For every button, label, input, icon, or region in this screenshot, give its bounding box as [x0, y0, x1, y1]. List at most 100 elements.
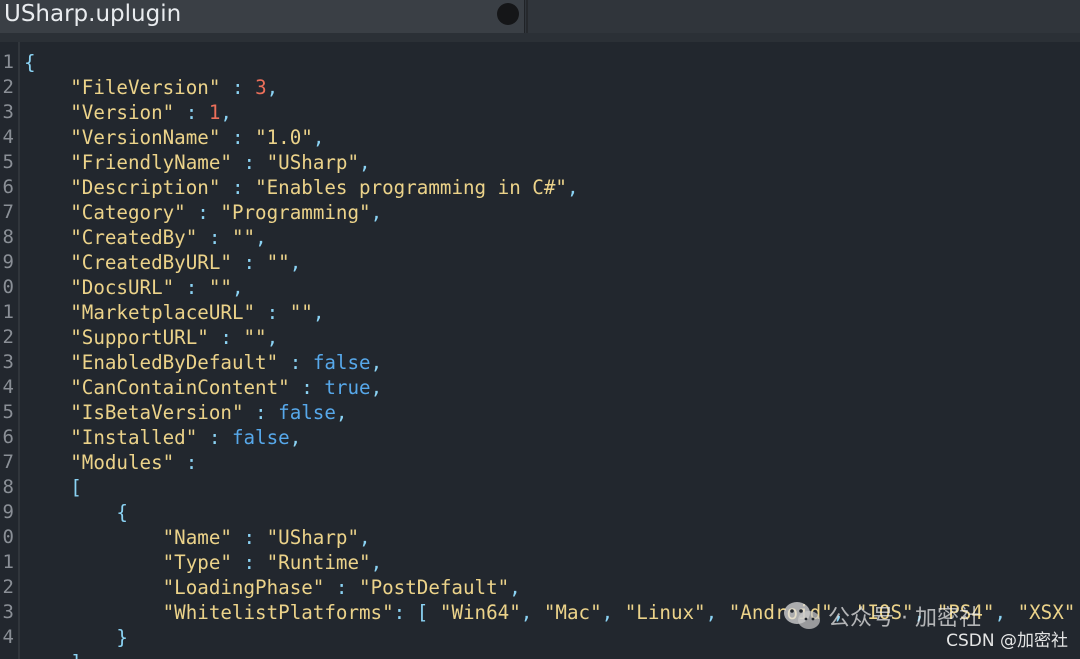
- code-line: ]: [24, 650, 82, 659]
- tab-usharp-uplugin[interactable]: USharp.uplugin: [0, 0, 525, 33]
- code-token: false: [231, 426, 290, 449]
- code-token: "CreatedByURL": [70, 251, 232, 274]
- line-number: 0: [2, 276, 14, 298]
- gutter-divider: [18, 42, 20, 659]
- code-token: "1.0": [255, 126, 313, 149]
- code-line: "LoadingPhase" : "PostDefault",: [24, 575, 521, 600]
- code-token: ,: [359, 526, 371, 549]
- code-line: {: [24, 500, 128, 525]
- code-token: "Modules": [70, 451, 175, 474]
- code-token: false: [312, 351, 371, 374]
- code-token: "": [231, 226, 256, 249]
- code-token: ,: [289, 426, 302, 449]
- code-token: "VersionName": [70, 126, 221, 149]
- code-token: "CanContainContent": [70, 376, 290, 399]
- code-editor[interactable]: 1 2 3 4 5 6 7 8 9 0 1 2 3 4 5 6 7 8 9 0 1 2 3 4 { "FileVersion"…: [0, 42, 1080, 659]
- code-line: "CreatedByURL" : "",: [24, 250, 301, 275]
- wechat-logo-icon: [784, 602, 820, 629]
- code-token: ,: [705, 601, 729, 624]
- code-token: "Win64": [439, 601, 521, 624]
- code-token: :: [278, 351, 313, 374]
- code-token: "LoadingPhase": [162, 576, 325, 599]
- code-token: ,: [255, 226, 267, 249]
- code-line: "CanContainContent" : true,: [24, 375, 382, 400]
- code-token: "Runtime": [266, 551, 371, 574]
- code-token: ,: [370, 351, 383, 374]
- code-token: : [: [393, 601, 440, 624]
- code-token: ,: [289, 251, 302, 274]
- code-token: ]: [70, 651, 82, 659]
- code-token: :: [174, 276, 209, 299]
- line-number: 2: [2, 326, 14, 348]
- code-token: "IsBetaVersion": [70, 401, 244, 424]
- code-line: "SupportURL" : "",: [24, 325, 278, 350]
- code-token: ,: [312, 126, 325, 149]
- code-token: :: [255, 301, 290, 324]
- unsaved-dot-icon[interactable]: [497, 3, 519, 25]
- code-token: "Linux": [624, 601, 706, 624]
- line-number-gutter: 1 2 3 4 5 6 7 8 9 0 1 2 3 4 5 6 7 8 9 0 1 2 3 4: [0, 42, 18, 659]
- code-token: ,: [509, 576, 521, 599]
- line-number: 4: [2, 626, 14, 648]
- code-token: ,: [370, 376, 383, 399]
- code-token: "WhitelistPlatforms": [162, 601, 394, 624]
- code-line: [: [24, 475, 82, 500]
- tab-bar: USharp.uplugin: [0, 0, 1080, 33]
- code-token: :: [174, 451, 198, 474]
- code-token: :: [220, 176, 256, 199]
- line-number: 8: [2, 226, 14, 248]
- line-number: 6: [2, 426, 14, 448]
- code-token: "Programming": [220, 201, 371, 224]
- code-line: "IsBetaVersion" : false,: [24, 400, 347, 425]
- code-token: "PostDefault": [359, 576, 510, 599]
- text-editor-window: USharp.uplugin 1 2 3 4 5 6 7 8 9 0 1 2 3 4 5 6 7 8 9 0 1 2 3 4 …: [0, 0, 1080, 659]
- code-token: :: [220, 126, 256, 149]
- code-token: :: [289, 376, 325, 399]
- line-number: 3: [2, 101, 14, 123]
- code-token: "Version": [70, 101, 175, 124]
- line-number: 9: [2, 251, 14, 273]
- code-token: ,: [231, 276, 244, 299]
- code-token: ,: [601, 601, 625, 624]
- line-number: 4: [2, 376, 14, 398]
- line-number: 5: [2, 401, 14, 423]
- line-number: 0: [2, 526, 14, 548]
- code-line: "EnabledByDefault" : false,: [24, 350, 382, 375]
- code-token: "Installed": [70, 426, 198, 449]
- code-token: :: [220, 76, 256, 99]
- code-token: false: [278, 401, 336, 424]
- code-token: :: [185, 201, 221, 224]
- tab-bar-underline: [0, 33, 1080, 42]
- code-token: }: [116, 626, 128, 649]
- code-line: "Installed" : false,: [24, 425, 301, 450]
- code-token: "USharp": [266, 151, 360, 174]
- code-line: "Version" : 1,: [24, 100, 232, 125]
- code-token: [: [70, 476, 82, 499]
- code-token: "Mac": [543, 601, 602, 624]
- code-token: "Description": [70, 176, 221, 199]
- code-token: "EnabledByDefault": [70, 351, 279, 374]
- line-number: 3: [2, 601, 14, 623]
- line-number: 8: [2, 476, 14, 498]
- line-number: 7: [2, 201, 14, 223]
- code-token: "": [208, 276, 232, 299]
- line-number: 5: [2, 151, 14, 173]
- code-token: "USharp": [266, 526, 360, 549]
